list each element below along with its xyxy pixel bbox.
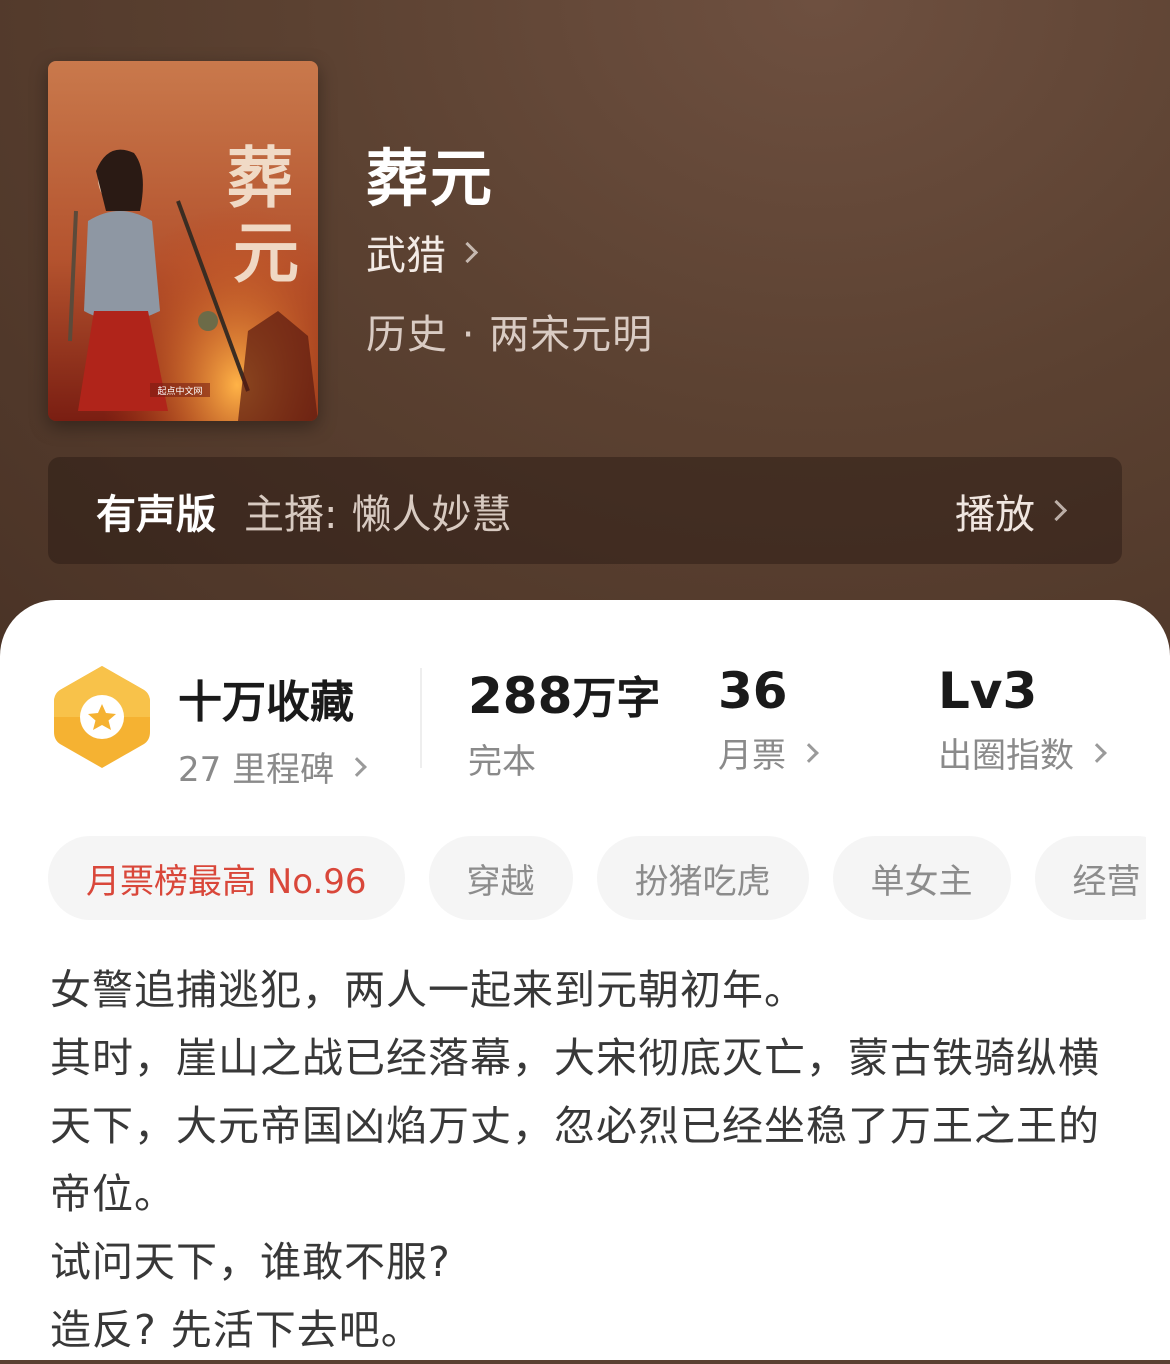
description-paragraph: 女警追捕逃犯，两人一起来到元朝初年。 [50,966,806,1014]
description-paragraph: 其时，崖山之战已经落幕，大宋彻底灭亡，蒙古铁骑纵横天下，大元帝国凶焰万丈，忽必烈… [50,1034,1100,1218]
cover-title-char-1: 葬 [227,139,293,217]
author-name: 武猎 [366,233,446,279]
host-label: 主播: [244,491,338,538]
completion-status: 完本 [468,742,536,782]
chevron-right-icon [347,756,367,777]
monthly-ticket-count: 36 [718,662,788,720]
tag-item[interactable]: 穿越 [428,836,573,920]
audio-version-label: 有声版 [96,491,216,538]
tag-item[interactable]: 扮猪吃虎 [596,836,809,920]
host-name: 懒人妙慧 [351,491,512,538]
book-title: 葬元 [366,142,495,215]
tag-item[interactable]: 单女主 [832,836,1011,920]
tag-ranking[interactable]: 月票榜最高 No.96 [48,836,405,920]
stats-divider [420,668,422,768]
play-button[interactable]: 播放 [955,457,1068,564]
book-description[interactable]: 女警追捕逃犯，两人一起来到元朝初年。 其时，崖山之战已经落幕，大宋彻底灭亡，蒙古… [50,956,1120,1364]
audio-version-bar[interactable]: 有声版 主播: 懒人妙慧 播放 [48,457,1122,564]
monthly-ticket-stat[interactable]: 36 月票 [718,662,819,777]
cover-publisher-mark: 起点中文网 [157,385,202,397]
tag-list: 月票榜最高 No.96 穿越 扮猪吃虎 单女主 经营 [48,836,1146,920]
cover-title-char-2: 元 [233,214,299,292]
influence-label: 出圈指数 [938,736,1074,776]
chevron-right-icon [1087,742,1107,763]
genre-label[interactable]: 历史 · 两宋元明 [366,302,653,360]
influence-level: Lv3 [938,662,1038,720]
word-count-unit: 万字 [572,673,661,724]
tag-item[interactable]: 经营 [1034,836,1146,920]
favorites-stat[interactable]: 十万收藏 27 里程碑 [178,666,367,791]
description-paragraph: 造反? 先活下去吧。 [50,1306,423,1354]
word-count-number: 288 [468,667,573,725]
word-count-stat: 288万字 完本 [468,662,660,783]
description-paragraph: 试问天下，谁敢不服? [50,1238,451,1286]
book-cover[interactable]: 葬 元 起点中文网 [48,61,318,421]
star-badge-icon [54,666,150,768]
influence-stat[interactable]: Lv3 出圈指数 [938,662,1107,777]
favorites-title: 十万收藏 [178,677,354,728]
play-label: 播放 [955,491,1035,538]
chevron-right-icon [1045,499,1068,522]
monthly-ticket-label: 月票 [718,736,786,776]
chevron-right-icon [456,241,479,263]
chevron-right-icon [799,742,819,763]
author-link[interactable]: 武猎 [366,224,479,280]
milestone-count: 27 里程碑 [178,750,335,790]
